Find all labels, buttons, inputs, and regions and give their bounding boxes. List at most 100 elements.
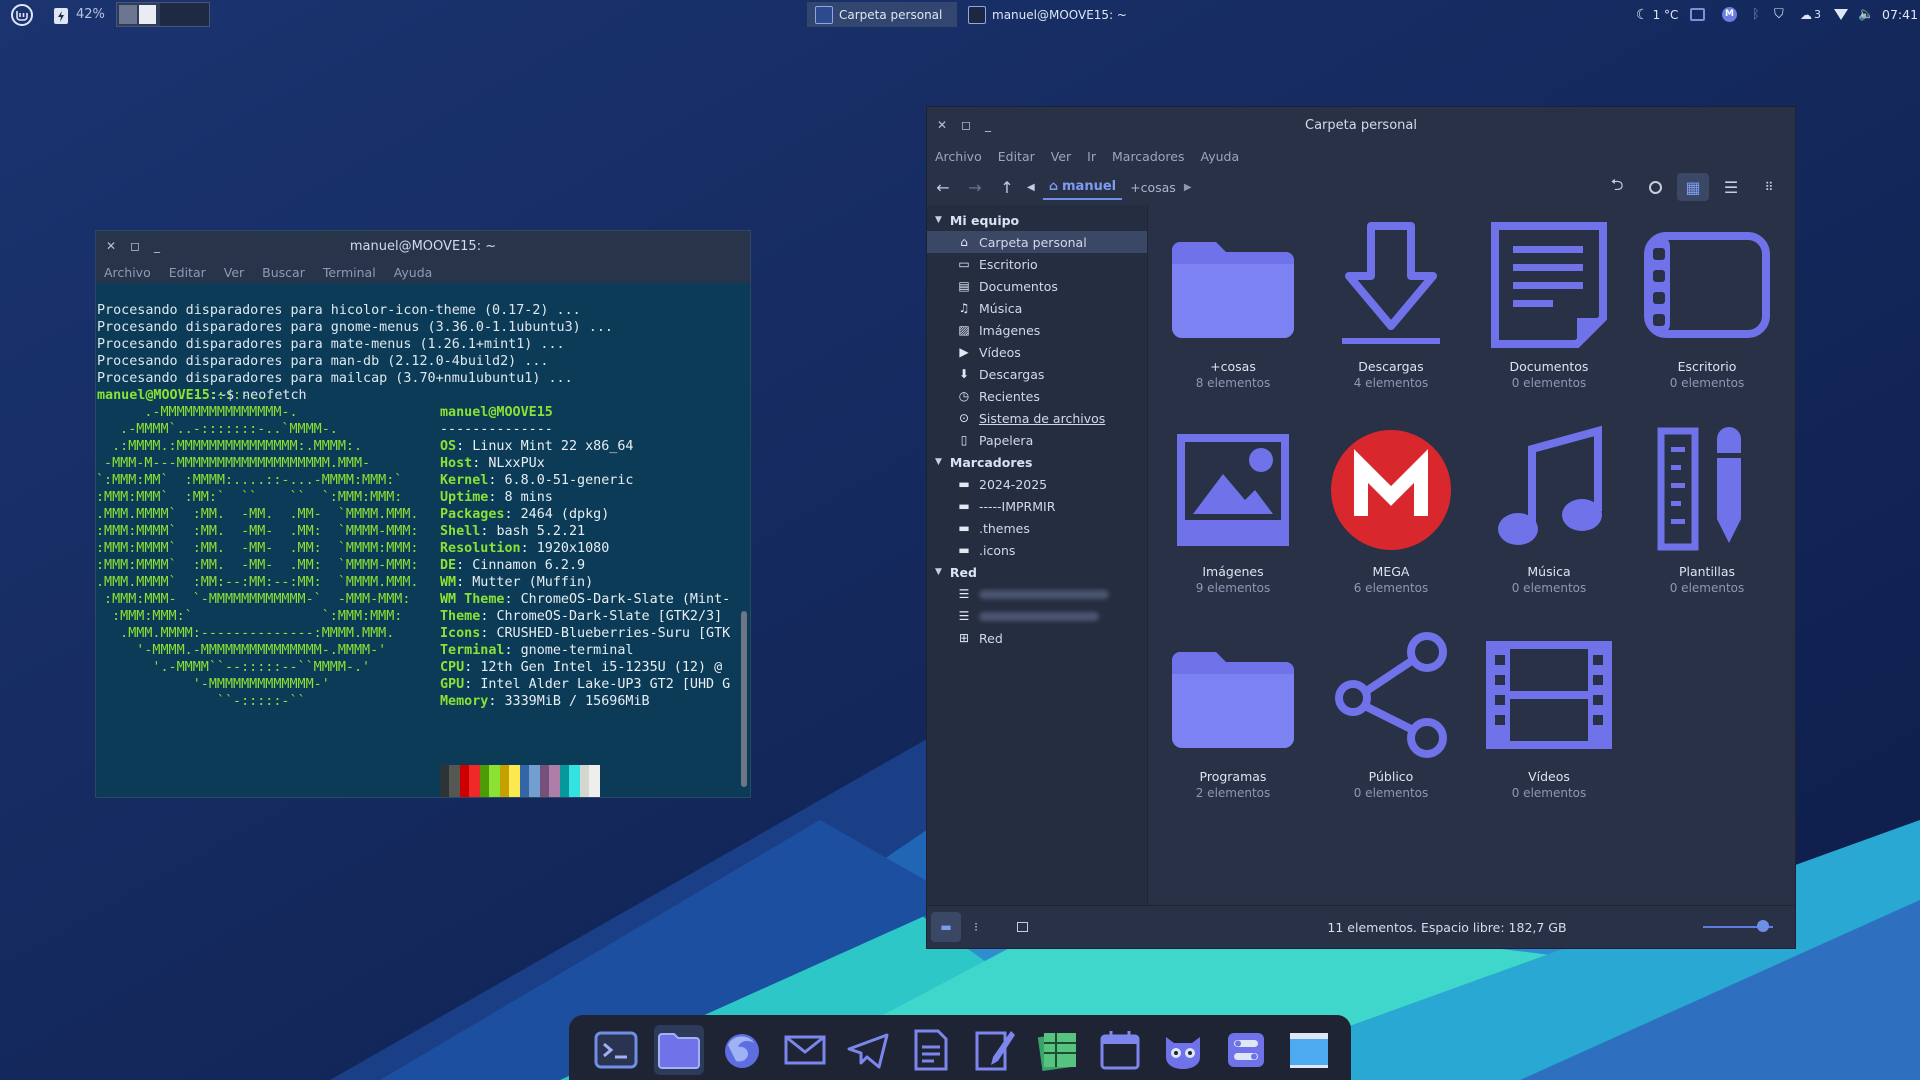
sidebar-item[interactable]: ⬇ Descargas [927,363,1147,385]
battery-indicator[interactable]: 42% [52,0,105,29]
terminal-scrollbar[interactable] [741,611,747,787]
show-places-button[interactable]: ▬ [931,912,961,942]
screenshot-applet[interactable] [1690,0,1705,29]
forward-button[interactable]: → [959,173,991,201]
file-item[interactable]: Documentos 0 elementos [1474,215,1624,390]
workspace-1[interactable] [119,5,137,24]
back-button[interactable]: ← [927,173,959,201]
file-item[interactable]: Escritorio 0 elementos [1632,215,1782,390]
sidebar-item[interactable]: ☰ [927,605,1147,627]
workspace-switcher[interactable] [116,0,210,29]
minimize-icon[interactable]: _ [985,118,991,132]
file-item[interactable]: Descargas 4 elementos [1316,215,1466,390]
settings-icon[interactable] [1221,1025,1271,1075]
close-icon[interactable]: ✕ [106,239,116,253]
list-view-button[interactable]: ☰ [1715,173,1747,201]
menu-marcadores[interactable]: Marcadores [1112,149,1185,164]
file-manager-titlebar[interactable]: ✕ ◻ _ Carpeta personal [927,107,1795,143]
maximize-icon[interactable]: ◻ [961,118,971,132]
file-item[interactable]: +cosas 8 elementos [1158,215,1308,390]
sidebar-item[interactable]: ▨ Imágenes [927,319,1147,341]
file-manager-window[interactable]: ✕ ◻ _ Carpeta personal Archivo Editar Ve… [926,106,1796,949]
breadcrumb-home[interactable]: ⌂ manuel [1042,175,1123,200]
maximize-icon[interactable]: ◻ [130,239,140,253]
sidebar-item[interactable]: ▬ -----IMPRMIR [927,495,1147,517]
desktop-show-icon[interactable] [1284,1025,1334,1075]
home-icon: ⌂ [1048,178,1059,194]
text-editor-icon[interactable] [906,1025,956,1075]
sidebar-section-header[interactable]: ▼ Red [927,561,1147,583]
menu-ir[interactable]: Ir [1087,149,1096,164]
mail-icon[interactable] [780,1025,830,1075]
spreadsheet-icon[interactable] [1032,1025,1082,1075]
sidebar-item[interactable]: ⊙ Sistema de archivos [927,407,1147,429]
breadcrumb-right-icon[interactable]: ▶ [1184,182,1192,193]
volume-applet[interactable]: 🔈 [1858,0,1874,29]
menu-terminal[interactable]: Terminal [323,265,376,280]
zoom-slider-handle[interactable] [1756,920,1769,932]
weather-applet[interactable]: ☾ 1 °C [1636,0,1678,29]
sidebar-item[interactable]: ▭ Escritorio [927,253,1147,275]
sidebar-item[interactable]: ▬ .themes [927,517,1147,539]
minimize-icon[interactable]: _ [154,239,160,253]
mint-menu-button[interactable] [10,0,34,29]
sidebar-item[interactable]: ▬ .icons [927,539,1147,561]
file-item[interactable]: MEGA 6 elementos [1316,420,1466,595]
search-button[interactable] [1639,173,1671,201]
sidebar-item[interactable]: ⌂ Carpeta personal [927,231,1147,253]
sidebar-item[interactable]: ⊞ Red [927,627,1147,649]
show-tree-button[interactable]: ⁝ [961,912,991,942]
firefox-icon[interactable] [717,1025,767,1075]
bluetooth-applet[interactable]: ᛒ [1752,0,1760,29]
sidebar-item[interactable]: ◷ Recientes [927,385,1147,407]
menu-ayuda[interactable]: Ayuda [1201,149,1240,164]
close-icon[interactable]: ✕ [937,118,947,132]
terminal-window[interactable]: ✕ ◻ _ manuel@MOOVE15: ~ Archivo Editar V… [95,230,751,798]
file-item[interactable]: Imágenes 9 elementos [1158,420,1308,595]
file-item[interactable]: Música 0 elementos [1474,420,1624,595]
file-item[interactable]: Plantillas 0 elementos [1632,420,1782,595]
telegram-icon[interactable] [843,1025,893,1075]
menu-editar[interactable]: Editar [169,265,206,280]
sidebar-section-header[interactable]: ▼ Marcadores [927,451,1147,473]
shield-applet[interactable]: ⛉ [1774,0,1784,29]
workspace-2[interactable] [160,3,209,26]
icon-view-button[interactable]: ▦ [1677,173,1709,201]
sidebar-item[interactable]: ▤ Documentos [927,275,1147,297]
file-item[interactable]: Público 0 elementos [1316,625,1466,800]
sidebar-item[interactable]: ♫ Música [927,297,1147,319]
notes-icon[interactable] [969,1025,1019,1075]
file-item[interactable]: Programas 2 elementos [1158,625,1308,800]
menu-editar[interactable]: Editar [998,149,1035,164]
menu-archivo[interactable]: Archivo [935,149,982,164]
hide-sidebar-button[interactable] [1007,912,1037,942]
terminal-content[interactable]: Procesando disparadores para hicolor-ico… [96,283,750,797]
menu-ver[interactable]: Ver [1051,149,1071,164]
sidebar-item[interactable]: ▶ Vídeos [927,341,1147,363]
sidebar-section-header[interactable]: ▼ Mi equipo [927,209,1147,231]
toggle-location-button[interactable]: ⮌ [1601,173,1633,201]
breadcrumb-left-icon[interactable]: ◀ [1027,182,1035,193]
terminal-icon[interactable] [591,1025,641,1075]
mega-applet[interactable]: M [1722,0,1737,29]
sidebar-item[interactable]: ▬ 2024-2025 [927,473,1147,495]
sidebar-item[interactable]: ☰ [927,583,1147,605]
menu-buscar[interactable]: Buscar [262,265,305,280]
compact-view-button[interactable]: ⠿ [1753,173,1785,201]
wifi-applet[interactable] [1834,0,1848,29]
menu-ayuda[interactable]: Ayuda [394,265,433,280]
up-button[interactable]: ↑ [991,173,1023,201]
clock[interactable]: 07:41 [1882,0,1918,29]
calendar-icon[interactable] [1095,1025,1145,1075]
updates-applet[interactable]: ☁ 3 [1800,0,1821,29]
menu-ver[interactable]: Ver [224,265,244,280]
menu-archivo[interactable]: Archivo [104,265,151,280]
sidebar-item[interactable]: ▯ Papelera [927,429,1147,451]
breadcrumb-cosas[interactable]: +cosas [1130,180,1176,195]
file-manager-icon[interactable] [654,1025,704,1075]
file-item[interactable]: Vídeos 0 elementos [1474,625,1624,800]
terminal-titlebar[interactable]: ✕ ◻ _ manuel@MOOVE15: ~ [96,231,750,261]
taskbar-item-terminal[interactable]: manuel@MOOVE15: ~ [960,2,1160,27]
taskbar-item-file-manager[interactable]: Carpeta personal [807,2,957,27]
gimp-icon[interactable] [1158,1025,1208,1075]
